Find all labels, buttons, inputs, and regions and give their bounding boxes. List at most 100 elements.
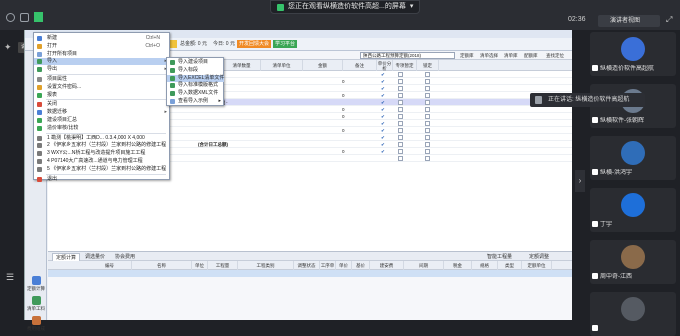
participant-tile[interactable]: 周中奇-江西 [590, 240, 676, 284]
special-checkbox[interactable] [398, 135, 403, 140]
lock-checkbox[interactable] [425, 107, 430, 112]
col-amount[interactable]: 金额 [303, 60, 343, 71]
screen-share-banner[interactable]: 您正在观看纵横造价软件高超...的屏幕 ▾ [270, 0, 421, 14]
menu-item[interactable]: 退出 [34, 176, 170, 183]
menu-item[interactable]: 项目属性 [34, 76, 170, 83]
lock-checkbox[interactable] [425, 135, 430, 140]
fullscreen-icon[interactable]: ⤢ [666, 15, 672, 25]
special-checkbox[interactable] [398, 142, 403, 147]
info-icon[interactable] [6, 13, 15, 22]
menu-item[interactable]: 数据迁移 ▸ [34, 109, 170, 116]
submenu-item[interactable]: 查看导入示例 ▸ [167, 98, 224, 105]
participant-tile[interactable]: 丁宇 [590, 188, 676, 232]
submenu-item[interactable]: 导入数据XML文件 [167, 90, 224, 97]
special-checkbox[interactable] [398, 107, 403, 112]
menu-item[interactable]: 打开所有项目 [34, 51, 170, 58]
menu-item[interactable]: 1 勘测【桃渠明】工西D... 0.3.4,000 X 4,000 [34, 135, 170, 142]
bottom-col-header[interactable]: 单位 [192, 261, 208, 270]
participant-tile[interactable]: 纵横-洪鸿宇 [590, 136, 676, 180]
lock-checkbox[interactable] [425, 79, 430, 84]
menu-item[interactable]: 报表 [34, 92, 170, 99]
lp-bill-material[interactable]: 清单工料 [25, 296, 47, 314]
special-checkbox[interactable] [398, 156, 403, 161]
quota-adjust-button[interactable]: 定额调整 [526, 253, 552, 261]
bottom-col-header[interactable]: 工序单价 [320, 261, 336, 277]
menu-item[interactable]: 导出▸ [34, 66, 170, 73]
smart-qty-button[interactable]: 智能工程量 [484, 253, 515, 261]
speaker-view-button[interactable]: 演讲者视图 [598, 15, 660, 27]
tab-assoc-fee[interactable]: 协会费用 [112, 253, 138, 261]
col-bill-qty[interactable]: 清单数量 [223, 60, 261, 71]
lock-checkbox[interactable] [425, 114, 430, 119]
lock-checkbox[interactable] [425, 86, 430, 91]
special-checkbox[interactable] [398, 128, 403, 133]
col-lock[interactable]: 锁定 [417, 60, 439, 71]
menu-item[interactable]: 3 WXY公...N桥工程与改造提升项目施工工程 [34, 150, 170, 157]
menu-item[interactable]: 建设项目汇总 [34, 117, 170, 124]
special-checkbox[interactable] [398, 149, 403, 154]
col-remark[interactable]: 备注 [343, 60, 377, 71]
lock-checkbox[interactable] [425, 128, 430, 133]
lock-checkbox[interactable] [425, 100, 430, 105]
quota-lib-button[interactable]: 定额库 [460, 52, 474, 59]
menu-item[interactable]: 导入▸ [34, 58, 170, 66]
bottom-col-header[interactable]: 税金 [444, 261, 472, 270]
submenu-item[interactable]: 导入EXCEL清单文件 [167, 74, 224, 82]
special-checkbox[interactable] [398, 72, 403, 77]
lp-quota-calc[interactable]: 定额计算 [25, 276, 47, 294]
bottom-col-header[interactable]: 调整状态 [294, 261, 320, 270]
list-menu-icon[interactable]: ☰ [6, 272, 14, 283]
promo-chip-green[interactable]: 学习平台 [273, 40, 298, 48]
special-checkbox[interactable] [398, 121, 403, 126]
bottom-col-header[interactable]: 名称 [132, 261, 192, 270]
bottom-col-header[interactable]: 工程类别 [238, 261, 294, 270]
menu-item[interactable]: 4 P07140大广高速改...通道与电力管理工程 [34, 158, 170, 165]
menu-item[interactable]: 5 《伊家乡五家村（兰村段）兰家到村公路的修建工程 [34, 166, 170, 173]
bill-lib-button[interactable]: 清单库 [504, 52, 518, 59]
collapse-panel-icon[interactable]: › [575, 170, 585, 192]
menu-item[interactable]: 新建 Ctrl+N [34, 35, 170, 42]
lock-checkbox[interactable] [425, 149, 430, 154]
bottom-col-header[interactable]: 基价 [352, 261, 370, 270]
bottom-col-header[interactable]: 间期 [404, 261, 444, 270]
quota-library-select[interactable]: 陕西公路工程预算定额(2018) [360, 52, 455, 59]
special-checkbox[interactable] [398, 100, 403, 105]
special-checkbox[interactable] [398, 114, 403, 119]
pin-icon[interactable]: ✦ [4, 42, 12, 53]
col-unit-analysis[interactable]: 单价分析 [377, 60, 393, 71]
lock-checkbox[interactable] [425, 72, 430, 77]
shield-icon[interactable] [20, 13, 29, 22]
signal-icon[interactable] [34, 12, 43, 22]
menu-item[interactable]: 关闭 [34, 101, 170, 108]
lock-checkbox[interactable] [425, 142, 430, 147]
bottom-col-header[interactable]: 定额单位 [522, 261, 552, 270]
find-button[interactable]: 查找定位 [546, 52, 564, 59]
participant-tile[interactable]: 纵横造价软件高超航 [590, 32, 676, 76]
special-checkbox[interactable] [398, 93, 403, 98]
lp-fee-compose[interactable]: 费用组成 [25, 316, 47, 334]
tab-price-select[interactable]: 调选量价 [82, 253, 108, 261]
lock-checkbox[interactable] [425, 156, 430, 161]
special-checkbox[interactable] [398, 86, 403, 91]
bill-select-button[interactable]: 清单选择 [480, 52, 498, 59]
bottom-selected-row[interactable] [48, 270, 572, 277]
promo-chip-orange[interactable]: 开发回馈大会 [237, 40, 272, 48]
menu-item[interactable]: 设置文件密码... [34, 84, 170, 91]
lock-checkbox[interactable] [425, 121, 430, 126]
submenu-item[interactable]: 导入标准模版格式 [167, 82, 224, 89]
col-special[interactable]: 专项暂定 [393, 60, 417, 71]
bottom-col-header[interactable]: 单价 [336, 261, 352, 270]
submenu-item[interactable]: 导入标段 [167, 67, 224, 74]
participant-tile[interactable] [590, 292, 676, 336]
ratio-lib-button[interactable]: 配额库 [524, 52, 538, 59]
tab-quota-calc[interactable]: 定额计算 [52, 253, 81, 261]
bottom-col-header[interactable]: 工程量 [208, 261, 238, 270]
special-checkbox[interactable] [398, 79, 403, 84]
col-bill-unit[interactable]: 清单单位 [261, 60, 303, 71]
menu-item[interactable]: 打开 Ctrl+O [34, 43, 170, 50]
lock-checkbox[interactable] [425, 93, 430, 98]
bottom-col-header[interactable]: 编号 [88, 261, 132, 270]
bottom-col-header[interactable]: 类型 [498, 261, 522, 270]
bottom-col-header[interactable]: 建安费 [370, 261, 404, 270]
menu-item[interactable]: 造价审核/比较 [34, 125, 170, 132]
